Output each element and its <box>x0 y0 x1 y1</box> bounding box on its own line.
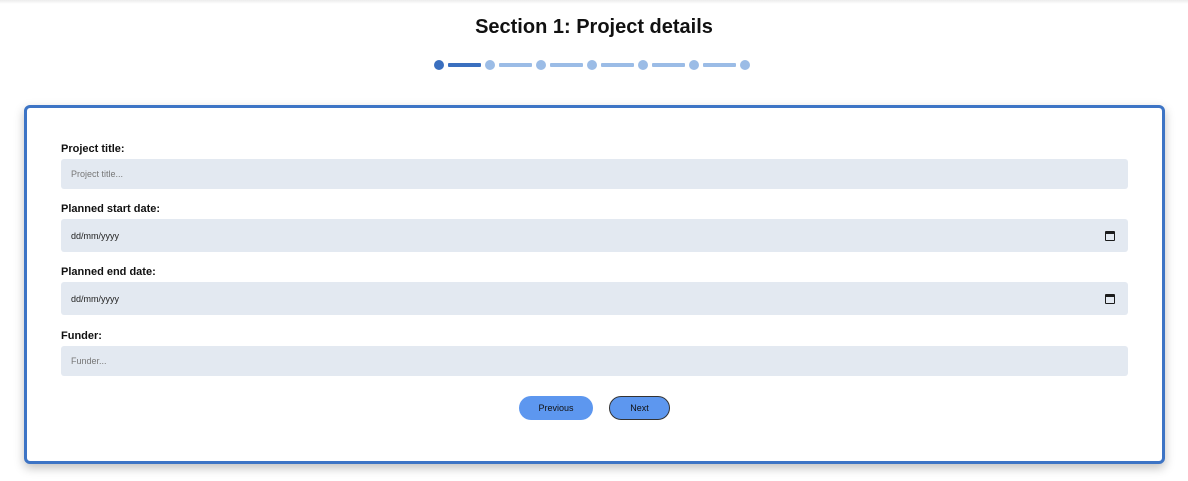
next-button[interactable]: Next <box>609 396 670 420</box>
step-2-dot[interactable] <box>485 59 495 70</box>
end-date-value: dd/mm/yyyy <box>71 293 120 304</box>
project-title-field: Project title: <box>61 143 1128 189</box>
page-title: Section 1: Project details <box>475 16 713 38</box>
step-3-dot[interactable] <box>536 59 546 70</box>
project-title-input[interactable] <box>61 159 1128 189</box>
start-date-input[interactable]: dd/mm/yyyy <box>61 219 1128 252</box>
step-connector-5 <box>652 62 685 67</box>
end-date-input[interactable]: dd/mm/yyyy <box>61 282 1128 315</box>
start-date-label: Planned start date: <box>61 203 161 215</box>
step-5-dot[interactable] <box>638 59 648 70</box>
step-4-dot[interactable] <box>587 59 597 70</box>
step-connector-6 <box>703 62 736 67</box>
start-date-value: dd/mm/yyyy <box>71 230 120 241</box>
funder-field: Funder: <box>61 330 1128 376</box>
step-connector-4 <box>601 62 634 67</box>
step-6-dot[interactable] <box>689 59 699 70</box>
calendar-icon[interactable] <box>1105 293 1115 304</box>
step-7-dot[interactable] <box>740 59 750 70</box>
form-card: Project title: Planned start date: dd/mm… <box>24 105 1165 464</box>
end-date-field: Planned end date: dd/mm/yyyy <box>61 266 1128 315</box>
navigation-buttons: Previous Next <box>27 396 1162 420</box>
project-title-label: Project title: <box>61 143 125 155</box>
end-date-label: Planned end date: <box>61 266 156 278</box>
step-connector-1 <box>448 62 481 67</box>
start-date-field: Planned start date: dd/mm/yyyy <box>61 203 1128 252</box>
funder-input[interactable] <box>61 346 1128 376</box>
step-1-dot[interactable] <box>434 59 444 70</box>
step-connector-2 <box>499 62 532 67</box>
previous-button[interactable]: Previous <box>519 396 593 420</box>
funder-label: Funder: <box>61 330 102 342</box>
page: Section 1: Project details Project title… <box>0 0 1188 481</box>
step-connector-3 <box>550 62 583 67</box>
progress-stepper <box>434 59 750 70</box>
calendar-icon[interactable] <box>1105 230 1115 241</box>
